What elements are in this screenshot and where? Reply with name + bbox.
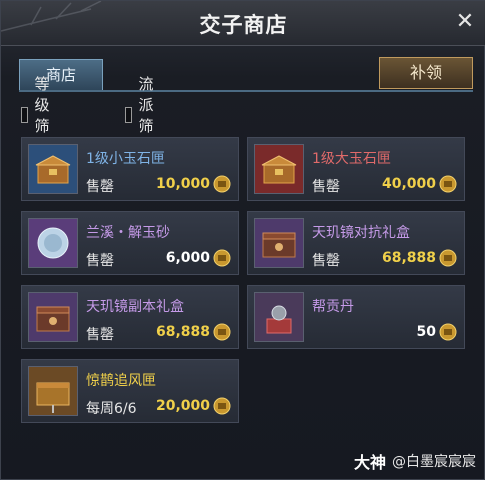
coin-icon: [439, 175, 457, 193]
coin-icon: [213, 175, 231, 193]
shop-window: 交子商店 ✕ 商店 补领 等级筛选 流派筛选 1级小玉石匣 售罄 10,000 …: [0, 0, 485, 480]
shop-item[interactable]: 1级小玉石匣 售罄 10,000: [21, 137, 239, 201]
level-filter-checkbox[interactable]: [21, 107, 29, 123]
dungeon-gift-box-icon: [28, 292, 78, 342]
item-price: 40,000: [381, 176, 436, 192]
item-price: 68,888: [155, 324, 210, 340]
item-price: 10,000: [155, 176, 210, 192]
window-title: 交子商店: [199, 13, 288, 37]
item-price: 50: [416, 324, 436, 340]
coin-icon: [213, 323, 231, 341]
large-jade-box-icon: [254, 144, 304, 194]
shop-item[interactable]: 天玑镜对抗礼盒 售罄 68,888: [247, 211, 465, 275]
shop-item[interactable]: 惊鹊追风匣 每周6/6 20,000: [21, 359, 239, 423]
item-status: 售罄: [86, 327, 114, 343]
small-jade-box-icon: [28, 144, 78, 194]
shop-item[interactable]: 帮贡丹 50: [247, 285, 465, 349]
item-name: 天玑镜对抗礼盒: [312, 225, 410, 241]
coin-icon: [213, 397, 231, 415]
item-name: 惊鹊追风匣: [86, 373, 156, 389]
shop-item[interactable]: 1级大玉石匣 售罄 40,000: [247, 137, 465, 201]
watermark-logo: 大神: [353, 453, 386, 472]
watermark-text: @白墨宸宸宸: [392, 454, 476, 470]
item-name: 1级小玉石匣: [86, 151, 165, 167]
supply-button[interactable]: 补领: [379, 57, 473, 89]
item-name: 1级大玉石匣: [312, 151, 391, 167]
watermark: 大神 @白墨宸宸宸: [354, 449, 476, 473]
item-price: 20,000: [155, 398, 210, 414]
item-price: 68,888: [381, 250, 436, 266]
item-weekly-limit: 每周6/6: [86, 401, 137, 417]
title-bar: 交子商店 ✕: [1, 1, 485, 46]
item-status: 售罄: [86, 179, 114, 195]
shop-item[interactable]: 兰溪・解玉砂 售罄 6,000: [21, 211, 239, 275]
coin-icon: [439, 323, 457, 341]
item-name: 兰溪・解玉砂: [86, 225, 170, 241]
school-filter[interactable]: 流派筛选: [125, 75, 162, 156]
shop-item[interactable]: 天玑镜副本礼盒 售罄 68,888: [21, 285, 239, 349]
item-price: 6,000: [165, 250, 210, 266]
item-status: 售罄: [312, 253, 340, 269]
guild-pill-icon: [254, 292, 304, 342]
item-status: 售罄: [312, 179, 340, 195]
jade-sand-icon: [28, 218, 78, 268]
tab-underline: [19, 90, 473, 92]
tab-shop[interactable]: 商店: [19, 59, 103, 91]
school-filter-checkbox[interactable]: [125, 107, 133, 123]
close-icon[interactable]: ✕: [454, 11, 476, 33]
wind-chaser-box-icon: [28, 366, 78, 416]
level-filter[interactable]: 等级筛选: [21, 75, 58, 156]
item-name: 帮贡丹: [312, 299, 354, 315]
coin-icon: [439, 249, 457, 267]
coin-icon: [213, 249, 231, 267]
item-status: 售罄: [86, 253, 114, 269]
item-name: 天玑镜副本礼盒: [86, 299, 184, 315]
pvp-gift-box-icon: [254, 218, 304, 268]
